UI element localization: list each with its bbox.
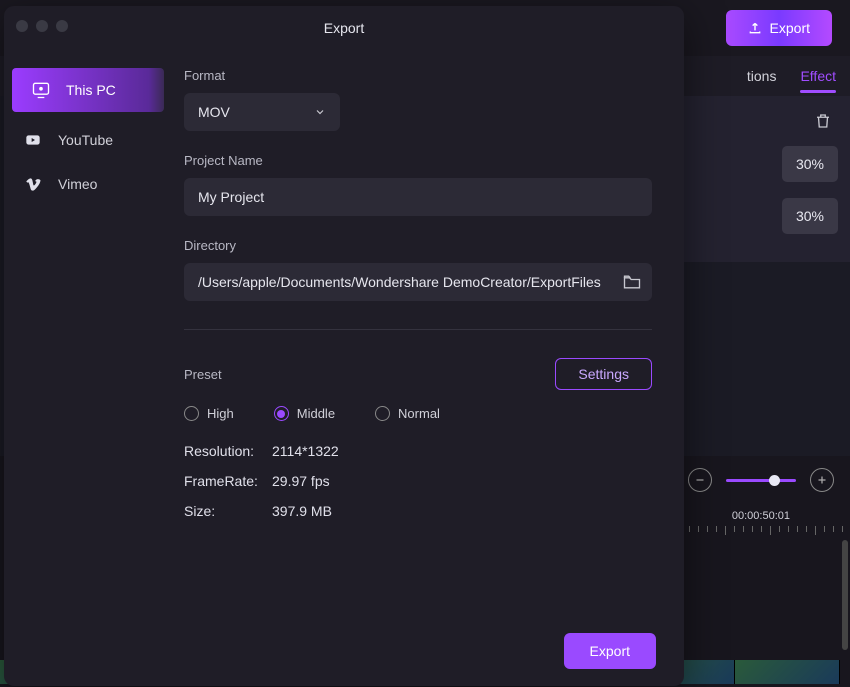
sidebar-item-this-pc[interactable]: This PC — [12, 68, 164, 112]
zoom-controls — [688, 468, 834, 492]
zoom-slider-thumb[interactable] — [769, 475, 780, 486]
directory-label: Directory — [184, 238, 654, 253]
window-traffic-lights[interactable] — [16, 20, 68, 32]
radio-label: High — [207, 406, 234, 421]
sidebar-item-label: YouTube — [58, 132, 113, 148]
info-resolution: Resolution: 2114*1322 — [184, 443, 652, 459]
export-confirm-button[interactable]: Export — [564, 633, 656, 669]
trash-icon[interactable] — [814, 112, 832, 130]
export-settings-form: Format MOV Project Name Directory Preset… — [164, 50, 684, 616]
export-destination-sidebar: This PC YouTube Vimeo — [4, 50, 164, 616]
sidebar-item-label: This PC — [66, 82, 116, 98]
zoom-slider[interactable] — [726, 479, 796, 482]
right-properties-panel: 30% 30% — [670, 96, 850, 262]
dialog-footer: Export — [4, 616, 684, 686]
size-label: Size: — [184, 503, 272, 519]
opacity-value-1[interactable]: 30% — [782, 146, 838, 182]
opacity-value-2[interactable]: 30% — [782, 198, 838, 234]
radio-dot-icon — [375, 406, 390, 421]
resolution-value: 2114*1322 — [272, 443, 339, 459]
traffic-zoom[interactable] — [56, 20, 68, 32]
youtube-icon — [22, 129, 44, 151]
tab-tions-partial[interactable]: tions — [747, 68, 777, 84]
topbar-export-button[interactable]: Export — [726, 10, 832, 46]
settings-button[interactable]: Settings — [555, 358, 652, 390]
divider — [184, 329, 652, 330]
zoom-in-button[interactable] — [810, 468, 834, 492]
info-size: Size: 397.9 MB — [184, 503, 652, 519]
preset-radio-middle[interactable]: Middle — [274, 406, 335, 421]
radio-label: Middle — [297, 406, 335, 421]
traffic-close[interactable] — [16, 20, 28, 32]
upload-icon — [748, 21, 762, 35]
pc-icon — [30, 79, 52, 101]
preset-radio-normal[interactable]: Normal — [375, 406, 440, 421]
tab-effect[interactable]: Effect — [800, 68, 836, 84]
project-name-input[interactable] — [184, 178, 652, 216]
radio-dot-icon — [274, 406, 289, 421]
project-name-label: Project Name — [184, 153, 654, 168]
export-dialog: Export This PC YouTube Vimeo — [4, 6, 684, 686]
dialog-title: Export — [324, 20, 364, 36]
format-label: Format — [184, 68, 654, 83]
clip-thumb[interactable] — [735, 660, 840, 684]
traffic-minimize[interactable] — [36, 20, 48, 32]
framerate-label: FrameRate: — [184, 473, 272, 489]
browse-folder-button[interactable] — [622, 272, 642, 292]
preset-label: Preset — [184, 367, 222, 382]
topbar-export-label: Export — [770, 20, 810, 36]
preset-radio-group: High Middle Normal — [184, 406, 652, 421]
format-value: MOV — [198, 104, 230, 120]
sidebar-item-vimeo[interactable]: Vimeo — [4, 162, 164, 206]
sidebar-item-youtube[interactable]: YouTube — [4, 118, 164, 162]
timeline-timecode: 00:00:50:01 — [732, 510, 790, 522]
radio-dot-icon — [184, 406, 199, 421]
format-select[interactable]: MOV — [184, 93, 340, 131]
vertical-scrollbar[interactable] — [842, 540, 848, 650]
resolution-label: Resolution: — [184, 443, 272, 459]
sidebar-item-label: Vimeo — [58, 176, 97, 192]
dialog-titlebar: Export — [4, 6, 684, 50]
chevron-down-icon — [314, 106, 326, 118]
zoom-out-button[interactable] — [688, 468, 712, 492]
size-value: 397.9 MB — [272, 503, 332, 519]
directory-input[interactable] — [184, 263, 652, 301]
framerate-value: 29.97 fps — [272, 473, 330, 489]
preset-radio-high[interactable]: High — [184, 406, 234, 421]
radio-label: Normal — [398, 406, 440, 421]
info-framerate: FrameRate: 29.97 fps — [184, 473, 652, 489]
vimeo-icon — [22, 173, 44, 195]
